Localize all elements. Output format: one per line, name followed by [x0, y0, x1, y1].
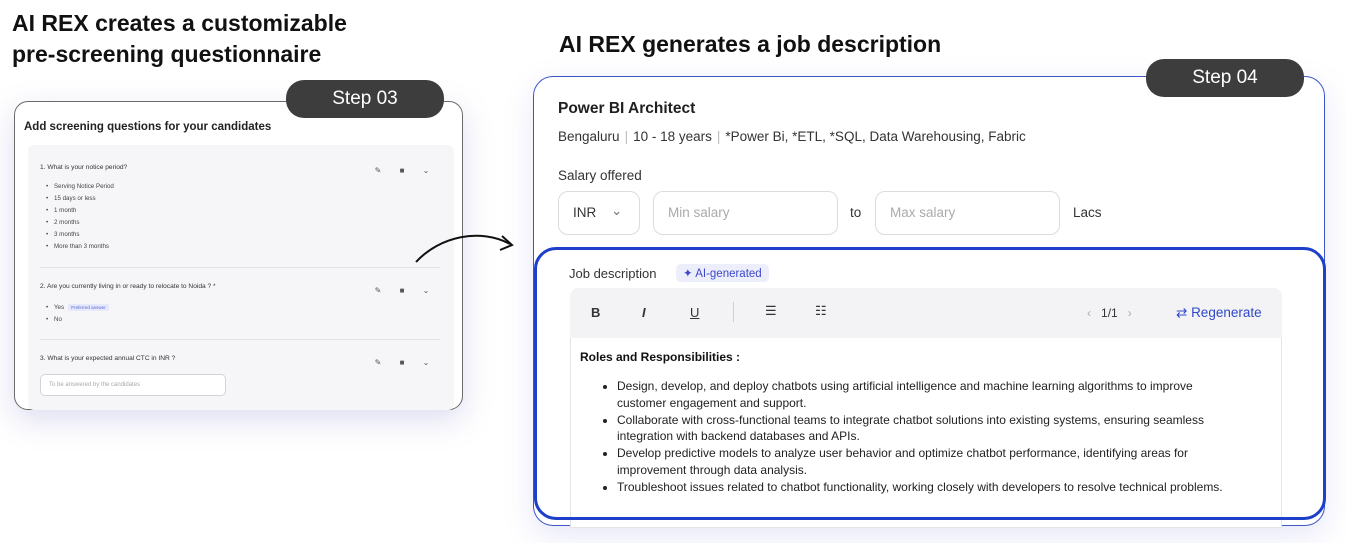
question-2-actions: ✎ ■ ⌄	[366, 286, 438, 295]
left-heading-line2: pre-screening questionnaire	[12, 41, 322, 67]
to-label: to	[850, 205, 862, 220]
edit-icon[interactable]: ✎	[366, 358, 390, 367]
currency-value: INR	[573, 205, 597, 220]
divider	[40, 267, 440, 268]
option: Serving Notice Period	[44, 181, 114, 193]
question-3-text: 3. What is your expected annual CTC in I…	[40, 355, 176, 362]
job-meta: Bengaluru | 10 - 18 years | *Power Bi, *ETL,…	[558, 129, 1026, 144]
job-skills: *Power Bi, *ETL, *SQL, Data Warehousing,…	[725, 129, 1026, 144]
option: 15 days or less	[44, 193, 114, 205]
salary-label: Salary offered	[558, 168, 642, 183]
min-salary-input[interactable]: Min salary	[653, 191, 838, 235]
job-location: Bengaluru	[558, 129, 620, 144]
chevron-down-icon: ⌄	[611, 203, 623, 218]
question-3-actions: ✎ ■ ⌄	[366, 358, 438, 367]
currency-select[interactable]: INR ⌄	[558, 191, 640, 235]
left-heading: AI REX creates a customizable pre-screen…	[12, 8, 347, 70]
option: 3 months	[44, 229, 114, 241]
option: More than 3 months	[44, 241, 114, 253]
chevron-down-icon[interactable]: ⌄	[414, 166, 438, 175]
divider	[40, 339, 440, 340]
job-experience: 10 - 18 years	[633, 129, 712, 144]
left-heading-line1: AI REX creates a customizable	[12, 10, 347, 36]
delete-icon[interactable]: ■	[390, 166, 414, 175]
max-salary-input[interactable]: Max salary	[875, 191, 1060, 235]
right-heading: AI REX generates a job description	[559, 31, 942, 57]
delete-icon[interactable]: ■	[390, 286, 414, 295]
question-2-options: YesPreferred answer No	[44, 302, 109, 326]
option: 2 months	[44, 217, 114, 229]
question-1-text: 1. What is your notice period?	[40, 164, 128, 171]
edit-icon[interactable]: ✎	[366, 166, 390, 175]
job-title: Power BI Architect	[558, 100, 696, 117]
option: 1 month	[44, 205, 114, 217]
question-2-text: 2. Are you currently living in or ready …	[40, 283, 216, 290]
option: No	[44, 314, 109, 326]
chevron-down-icon[interactable]: ⌄	[414, 286, 438, 295]
question-1-options: Serving Notice Period 15 days or less 1 …	[44, 181, 114, 253]
step-04-badge: Step 04	[1146, 59, 1304, 97]
step-03-badge: Step 03	[286, 80, 444, 118]
delete-icon[interactable]: ■	[390, 358, 414, 367]
option: YesPreferred answer	[44, 302, 109, 314]
screening-card-title: Add screening questions for your candida…	[24, 121, 272, 133]
question-1-actions: ✎ ■ ⌄	[366, 166, 438, 175]
preferred-answer-badge: Preferred answer	[68, 304, 109, 311]
job-description-highlight	[534, 247, 1326, 520]
answer-input[interactable]: To be answered by the candidates	[40, 374, 226, 396]
option-label: Yes	[54, 304, 65, 311]
edit-icon[interactable]: ✎	[366, 286, 390, 295]
arrow-icon	[415, 234, 514, 263]
chevron-down-icon[interactable]: ⌄	[414, 358, 438, 367]
unit-label: Lacs	[1073, 205, 1102, 220]
